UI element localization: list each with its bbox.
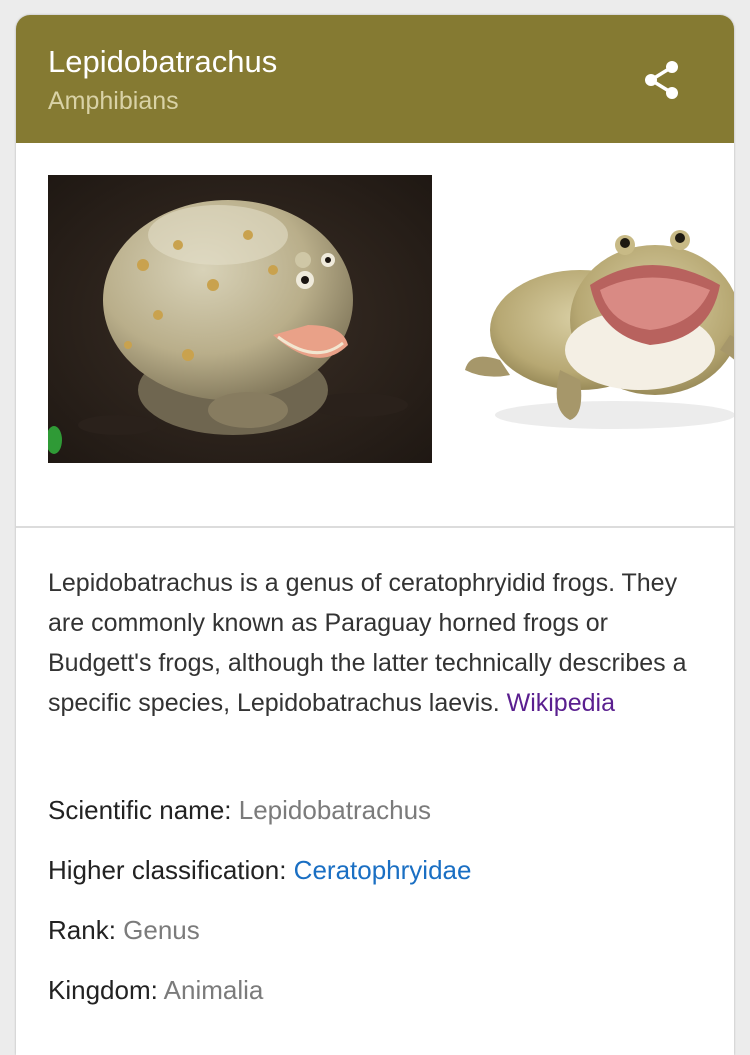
wikipedia-link[interactable]: Wikipedia — [507, 689, 615, 717]
share-icon[interactable] — [638, 58, 686, 106]
fact-label: Rank: — [48, 915, 116, 945]
fact-kingdom: Kingdom: Animalia — [48, 975, 263, 1006]
image-carousel[interactable] — [48, 175, 734, 463]
knowledge-panel: Lepidobatrachus Amphibians Lepidobatrach… — [16, 15, 734, 1055]
frog-image-2[interactable] — [440, 175, 734, 463]
panel-title: Lepidobatrachus — [48, 44, 278, 79]
fact-label: Kingdom: — [48, 975, 158, 1005]
fact-label: Scientific name: — [48, 795, 232, 825]
panel-header: Lepidobatrachus Amphibians — [16, 15, 734, 143]
fact-value: Genus — [123, 915, 200, 945]
fact-value: Lepidobatrachus — [238, 795, 432, 825]
section-divider — [16, 526, 734, 528]
fact-value: Animalia — [163, 975, 264, 1005]
fact-scientific-name: Scientific name: Lepidobatrachus — [48, 795, 431, 826]
fact-higher-classification: Higher classification: Ceratophryidae — [48, 855, 471, 886]
fact-label: Higher classification: — [48, 855, 287, 885]
ceratophryidae-link[interactable]: Ceratophryidae — [294, 855, 472, 885]
fact-rank: Rank: Genus — [48, 915, 200, 946]
frog-image-1[interactable] — [48, 175, 432, 463]
description: Lepidobatrachus is a genus of ceratophry… — [48, 563, 708, 723]
panel-subtitle: Amphibians — [48, 87, 179, 115]
